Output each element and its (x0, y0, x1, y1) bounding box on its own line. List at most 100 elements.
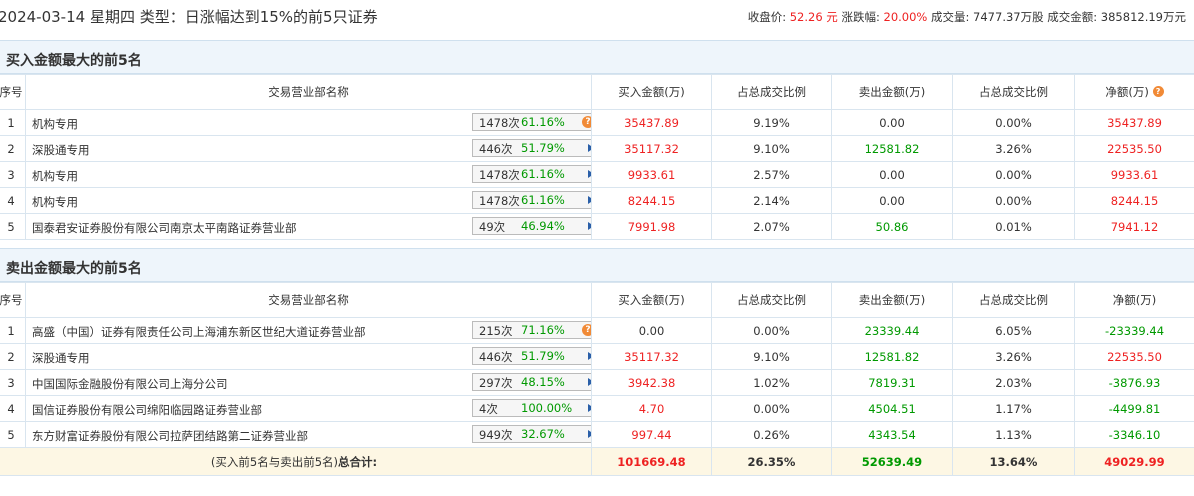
sell-section-title: 卖出金额最大的前5名 (6, 261, 142, 277)
play-arrow-icon[interactable] (588, 378, 591, 386)
dept-rate: 100.00% (521, 401, 573, 415)
play-arrow-icon[interactable] (588, 170, 591, 178)
row-buy-ratio: 0.26% (711, 421, 832, 448)
play-arrow-icon[interactable] (588, 352, 591, 360)
dept-name[interactable]: 高盛（中国）证券有限责任公司上海浦东新区世纪大道证券营业部 (32, 324, 366, 340)
row-sell: 4504.51 (831, 395, 953, 422)
page-title: 2024-03-14 星期四 类型：日涨幅达到15%的前5只证券 (0, 8, 378, 26)
buy-table-header: 序号 交易营业部名称 买入金额(万) 占总成交比例 卖出金额(万) 占总成交比例… (0, 74, 1194, 110)
row-buy-ratio: 2.07% (711, 213, 832, 240)
row-seq: 2 (0, 343, 26, 370)
dept-count: 1478次 (479, 194, 520, 208)
dept-name[interactable]: 国泰君安证券股份有限公司南京太平南路证券营业部 (32, 220, 297, 236)
dept-stats-badge[interactable]: 4次 100.00% (472, 399, 591, 417)
question-icon[interactable]: ? (582, 116, 591, 128)
col-net: 净额(万) ? (1074, 74, 1194, 110)
total-label-suffix: 总合计: (338, 454, 378, 469)
col-buy-ratio: 占总成交比例 (711, 282, 832, 318)
dept-rate: 32.67% (521, 427, 565, 441)
row-buy: 8244.15 (591, 187, 712, 214)
play-arrow-icon[interactable] (588, 404, 591, 412)
dept-name[interactable]: 国信证券股份有限公司绵阳临园路证券营业部 (32, 402, 262, 418)
play-arrow-icon[interactable] (588, 222, 591, 230)
dept-stats-badge[interactable]: 1478次 61.16% (472, 165, 591, 183)
dept-stats-badge[interactable]: 446次 51.79% (472, 347, 591, 365)
col-buy: 买入金额(万) (591, 74, 712, 110)
row-sell-ratio: 1.17% (952, 395, 1075, 422)
sell-table-header: 序号 交易营业部名称 买入金额(万) 占总成交比例 卖出金额(万) 占总成交比例… (0, 282, 1194, 318)
dept-stats-badge[interactable]: 1478次 61.16%? (472, 113, 591, 131)
dept-name[interactable]: 中国国际金融股份有限公司上海分公司 (32, 376, 228, 392)
col-sell: 卖出金额(万) (831, 282, 953, 318)
dept-rate: 61.16% (521, 167, 565, 181)
dept-count: 297次 (479, 376, 513, 390)
dept-stats-badge[interactable]: 215次 71.16%? (472, 321, 591, 339)
col-sell: 卖出金额(万) (831, 74, 953, 110)
row-net: 7941.12 (1074, 213, 1194, 240)
row-sell-ratio: 0.00% (952, 109, 1075, 136)
row-sell: 0.00 (831, 109, 953, 136)
question-icon[interactable]: ? (1152, 86, 1164, 97)
total-label-prefix: (买入前5名与卖出前5名) (210, 454, 338, 469)
dept-cell: 国信证券股份有限公司绵阳临园路证券营业部 4次 100.00% (25, 395, 592, 422)
row-sell-ratio: 3.26% (952, 343, 1075, 370)
play-arrow-icon[interactable] (588, 196, 591, 204)
question-icon[interactable]: ? (582, 324, 591, 336)
dept-cell: 深股通专用 446次 51.79% (25, 343, 592, 370)
dept-rate: 71.16% (521, 323, 565, 337)
dept-name[interactable]: 机构专用 (32, 194, 78, 210)
row-sell-ratio: 0.00% (952, 161, 1075, 188)
row-seq: 3 (0, 161, 26, 188)
buy-section-title: 买入金额最大的前5名 (6, 53, 142, 69)
row-net: 22535.50 (1074, 135, 1194, 162)
dept-stats-badge[interactable]: 446次 51.79% (472, 139, 591, 157)
row-buy-ratio: 9.19% (711, 109, 832, 136)
row-buy: 35117.32 (591, 343, 712, 370)
row-sell: 12581.82 (831, 135, 953, 162)
row-buy: 35117.32 (591, 135, 712, 162)
col-sell-ratio: 占总成交比例 (952, 282, 1075, 318)
row-buy-ratio: 9.10% (711, 343, 832, 370)
table-row: 4 机构专用 1478次 61.16% 8244.15 2.14% 0.00 0.00% 824… (0, 187, 1194, 214)
row-net: 8244.15 (1074, 187, 1194, 214)
row-buy-ratio: 2.14% (711, 187, 832, 214)
row-seq: 5 (0, 421, 26, 448)
row-net: -3876.93 (1074, 369, 1194, 396)
dept-name[interactable]: 深股通专用 (32, 350, 90, 366)
total-sell: 52639.49 (831, 447, 953, 476)
row-buy: 0.00 (591, 317, 712, 344)
dept-name[interactable]: 机构专用 (32, 116, 78, 132)
dept-count: 1478次 (479, 168, 520, 182)
dept-count: 1478次 (479, 116, 520, 130)
row-buy: 7991.98 (591, 213, 712, 240)
dept-stats-badge[interactable]: 949次 32.67% (472, 425, 591, 443)
row-buy-ratio: 0.00% (711, 395, 832, 422)
row-buy-ratio: 0.00% (711, 317, 832, 344)
dept-stats-badge[interactable]: 1478次 61.16% (472, 191, 591, 209)
table-row: 4 国信证券股份有限公司绵阳临园路证券营业部 4次 100.00% 4.70 0.00% 4… (0, 395, 1194, 422)
dept-cell: 机构专用 1478次 61.16%? (25, 109, 592, 136)
dept-cell: 高盛（中国）证券有限责任公司上海浦东新区世纪大道证券营业部 215次 71.16%? (25, 317, 592, 344)
row-buy-ratio: 1.02% (711, 369, 832, 396)
col-net: 净额(万) (1074, 282, 1194, 318)
col-buy: 买入金额(万) (591, 282, 712, 318)
row-net: 35437.89 (1074, 109, 1194, 136)
row-sell: 12581.82 (831, 343, 953, 370)
sell-table: 序号 交易营业部名称 买入金额(万) 占总成交比例 卖出金额(万) 占总成交比例… (0, 282, 1194, 476)
dept-stats-badge[interactable]: 49次 46.94% (472, 217, 591, 235)
dept-stats-badge[interactable]: 297次 48.15% (472, 373, 591, 391)
row-sell: 0.00 (831, 187, 953, 214)
row-net: -3346.10 (1074, 421, 1194, 448)
row-net: -4499.81 (1074, 395, 1194, 422)
row-buy-ratio: 2.57% (711, 161, 832, 188)
total-buy-ratio: 26.35% (711, 447, 832, 476)
play-arrow-icon[interactable] (588, 144, 591, 152)
col-buy-ratio: 占总成交比例 (711, 74, 832, 110)
dept-name[interactable]: 机构专用 (32, 168, 78, 184)
play-arrow-icon[interactable] (588, 430, 591, 438)
dept-name[interactable]: 深股通专用 (32, 142, 90, 158)
table-row: 3 中国国际金融股份有限公司上海分公司 297次 48.15% 3942.38 1.02%… (0, 369, 1194, 396)
volume-label: 成交量: (931, 10, 970, 24)
row-sell: 7819.31 (831, 369, 953, 396)
dept-name[interactable]: 东方财富证券股份有限公司拉萨团结路第二证券营业部 (32, 428, 308, 444)
